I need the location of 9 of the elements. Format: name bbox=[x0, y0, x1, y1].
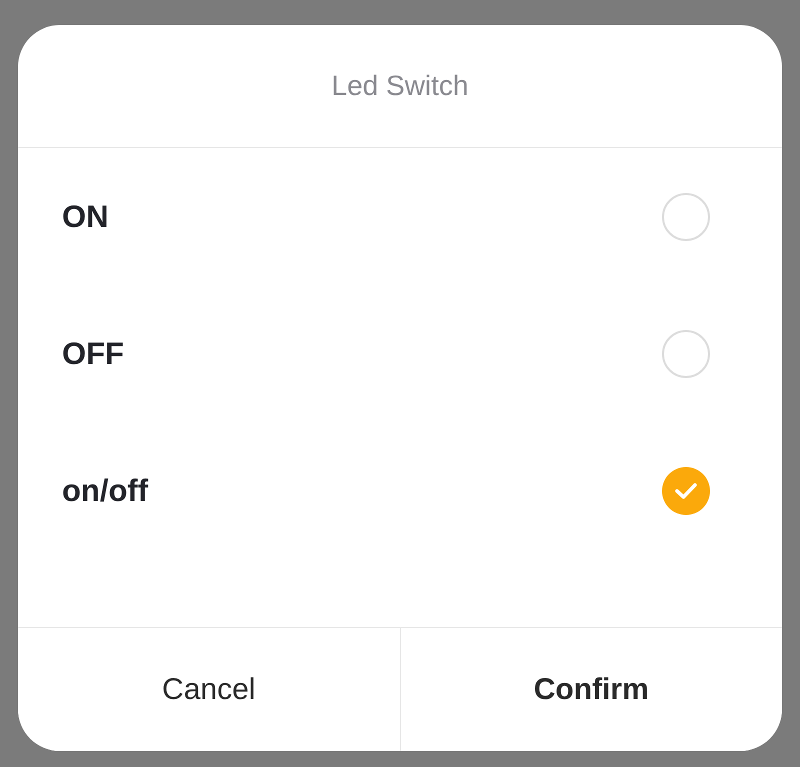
radio-button[interactable] bbox=[662, 192, 710, 240]
radio-button[interactable] bbox=[662, 466, 710, 514]
option-label: ON bbox=[62, 198, 108, 234]
option-label: on/off bbox=[62, 472, 148, 508]
dialog-title: Led Switch bbox=[332, 70, 468, 102]
option-label: OFF bbox=[62, 336, 124, 372]
radio-button[interactable] bbox=[662, 330, 710, 378]
confirm-button[interactable]: Confirm bbox=[400, 628, 782, 751]
check-icon bbox=[674, 482, 698, 500]
